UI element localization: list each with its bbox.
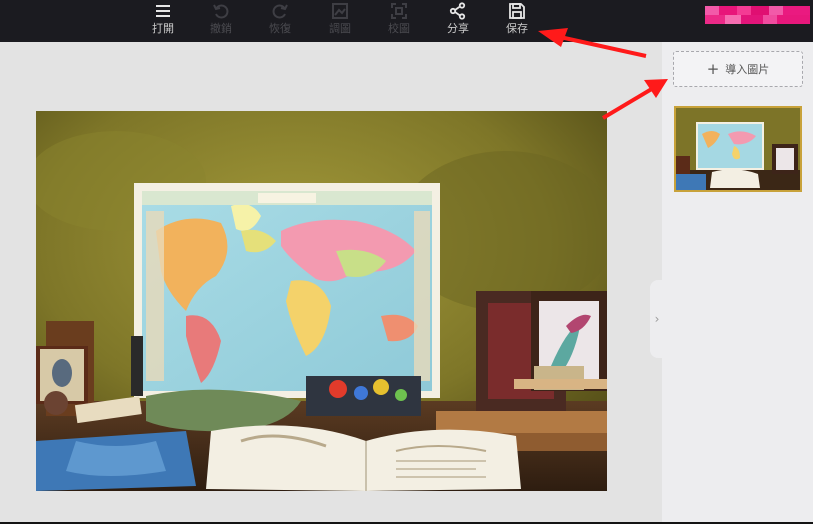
redo-icon [272,4,288,19]
save-label: 保存 [506,22,528,35]
chevron-right-icon: › [654,312,660,326]
open-button[interactable]: 打開 [141,0,185,42]
share-button[interactable]: 分享 [436,0,480,42]
open-label: 打開 [152,22,174,35]
import-image-button[interactable]: + 導入圖片 [673,51,803,87]
save-icon [509,3,525,19]
menu-icon [156,5,170,17]
map-desk-photo [36,111,607,491]
crop-button[interactable]: 校圖 [377,0,421,42]
redo-button[interactable]: 恢復 [258,0,302,42]
redo-label: 恢復 [269,22,291,35]
undo-button[interactable]: 撤銷 [199,0,243,42]
crop-label: 校圖 [388,22,410,35]
user-account-badge[interactable] [705,6,810,24]
crop-icon [391,3,407,19]
adjust-image-label: 調圖 [329,22,351,35]
thumbnail-preview [676,108,800,190]
plus-icon: + [706,60,720,78]
undo-icon [213,4,229,19]
canvas-image[interactable] [36,111,607,491]
adjust-image-icon [332,3,348,19]
share-label: 分享 [447,22,469,35]
save-button[interactable]: 保存 [495,0,539,42]
top-toolbar: 打開 撤銷 恢復 調圖 校圖 分享 保存 [0,0,813,42]
adjust-image-button[interactable]: 調圖 [318,0,362,42]
image-thumbnail[interactable] [674,106,802,192]
undo-label: 撤銷 [210,22,232,35]
import-image-label: 導入圖片 [725,63,770,76]
image-side-panel: + 導入圖片 [662,42,813,522]
canvas-area[interactable] [0,42,662,522]
share-icon [449,2,466,20]
